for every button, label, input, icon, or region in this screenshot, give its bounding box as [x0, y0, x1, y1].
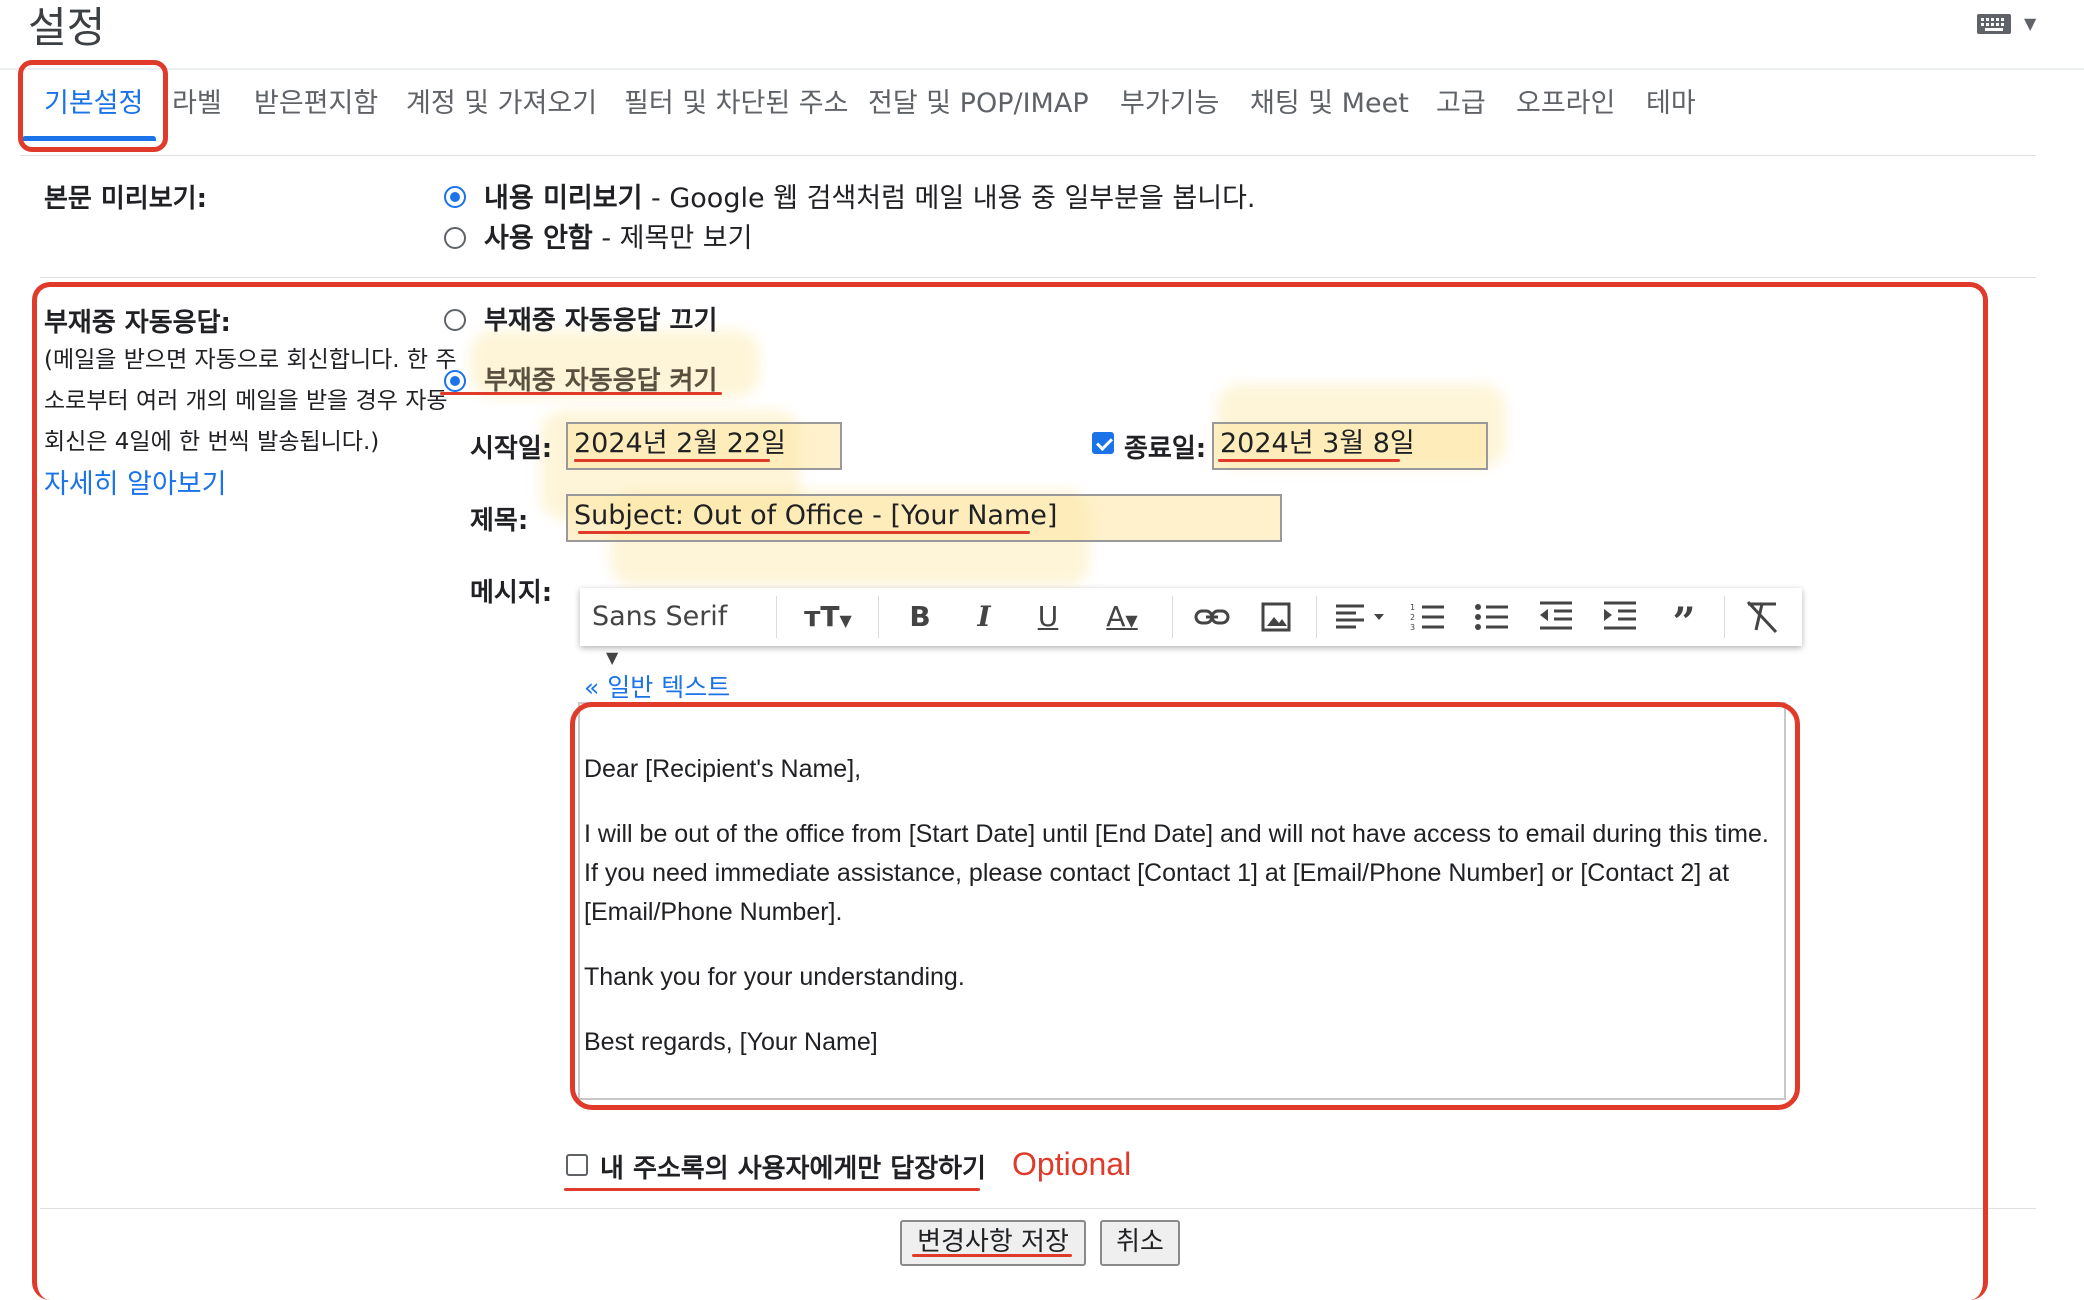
keyboard-dropdown-icon[interactable]: ▼ [2024, 14, 2036, 33]
preview-option-2-desc: - 제목만 보기 [592, 223, 753, 254]
tab-offline[interactable]: 오프라인 [1516, 84, 1615, 124]
preview-off-radio[interactable] [444, 227, 466, 249]
preview-option-1-desc: - Google 웹 검색처럼 메일 내용 중 일부분을 봅니다. [642, 183, 1256, 214]
tab-accounts-import[interactable]: 계정 및 가져오기 [406, 84, 597, 124]
keyboard-icon[interactable] [1976, 12, 2012, 36]
tab-advanced[interactable]: 고급 [1436, 84, 1486, 124]
preview-option-2: 사용 안함 - 제목만 보기 [484, 216, 752, 255]
tab-addons[interactable]: 부가기능 [1120, 84, 1219, 124]
tabs-divider [20, 155, 2036, 156]
preview-option-2-title: 사용 안함 [484, 223, 593, 254]
annotation-tab-box [18, 60, 168, 152]
preview-option-1: 내용 미리보기 - Google 웹 검색처럼 메일 내용 중 일부분을 봅니다… [484, 176, 1256, 215]
section-divider [40, 277, 2036, 278]
page-title: 설정 [28, 3, 106, 52]
preview-on-radio[interactable] [444, 186, 466, 208]
tab-inbox[interactable]: 받은편지함 [254, 84, 378, 124]
tab-themes[interactable]: 테마 [1646, 84, 1696, 124]
tab-labels[interactable]: 라벨 [172, 84, 222, 124]
tab-chat-meet[interactable]: 채팅 및 Meet [1250, 84, 1409, 124]
preview-option-1-title: 내용 미리보기 [484, 183, 643, 214]
tab-forwarding-pop-imap[interactable]: 전달 및 POP/IMAP [868, 84, 1089, 124]
annotation-vacation-box [32, 282, 1988, 1300]
tab-filters[interactable]: 필터 및 차단된 주소 [624, 84, 848, 124]
preview-label: 본문 미리보기: [44, 184, 207, 214]
header-divider [0, 68, 2084, 70]
